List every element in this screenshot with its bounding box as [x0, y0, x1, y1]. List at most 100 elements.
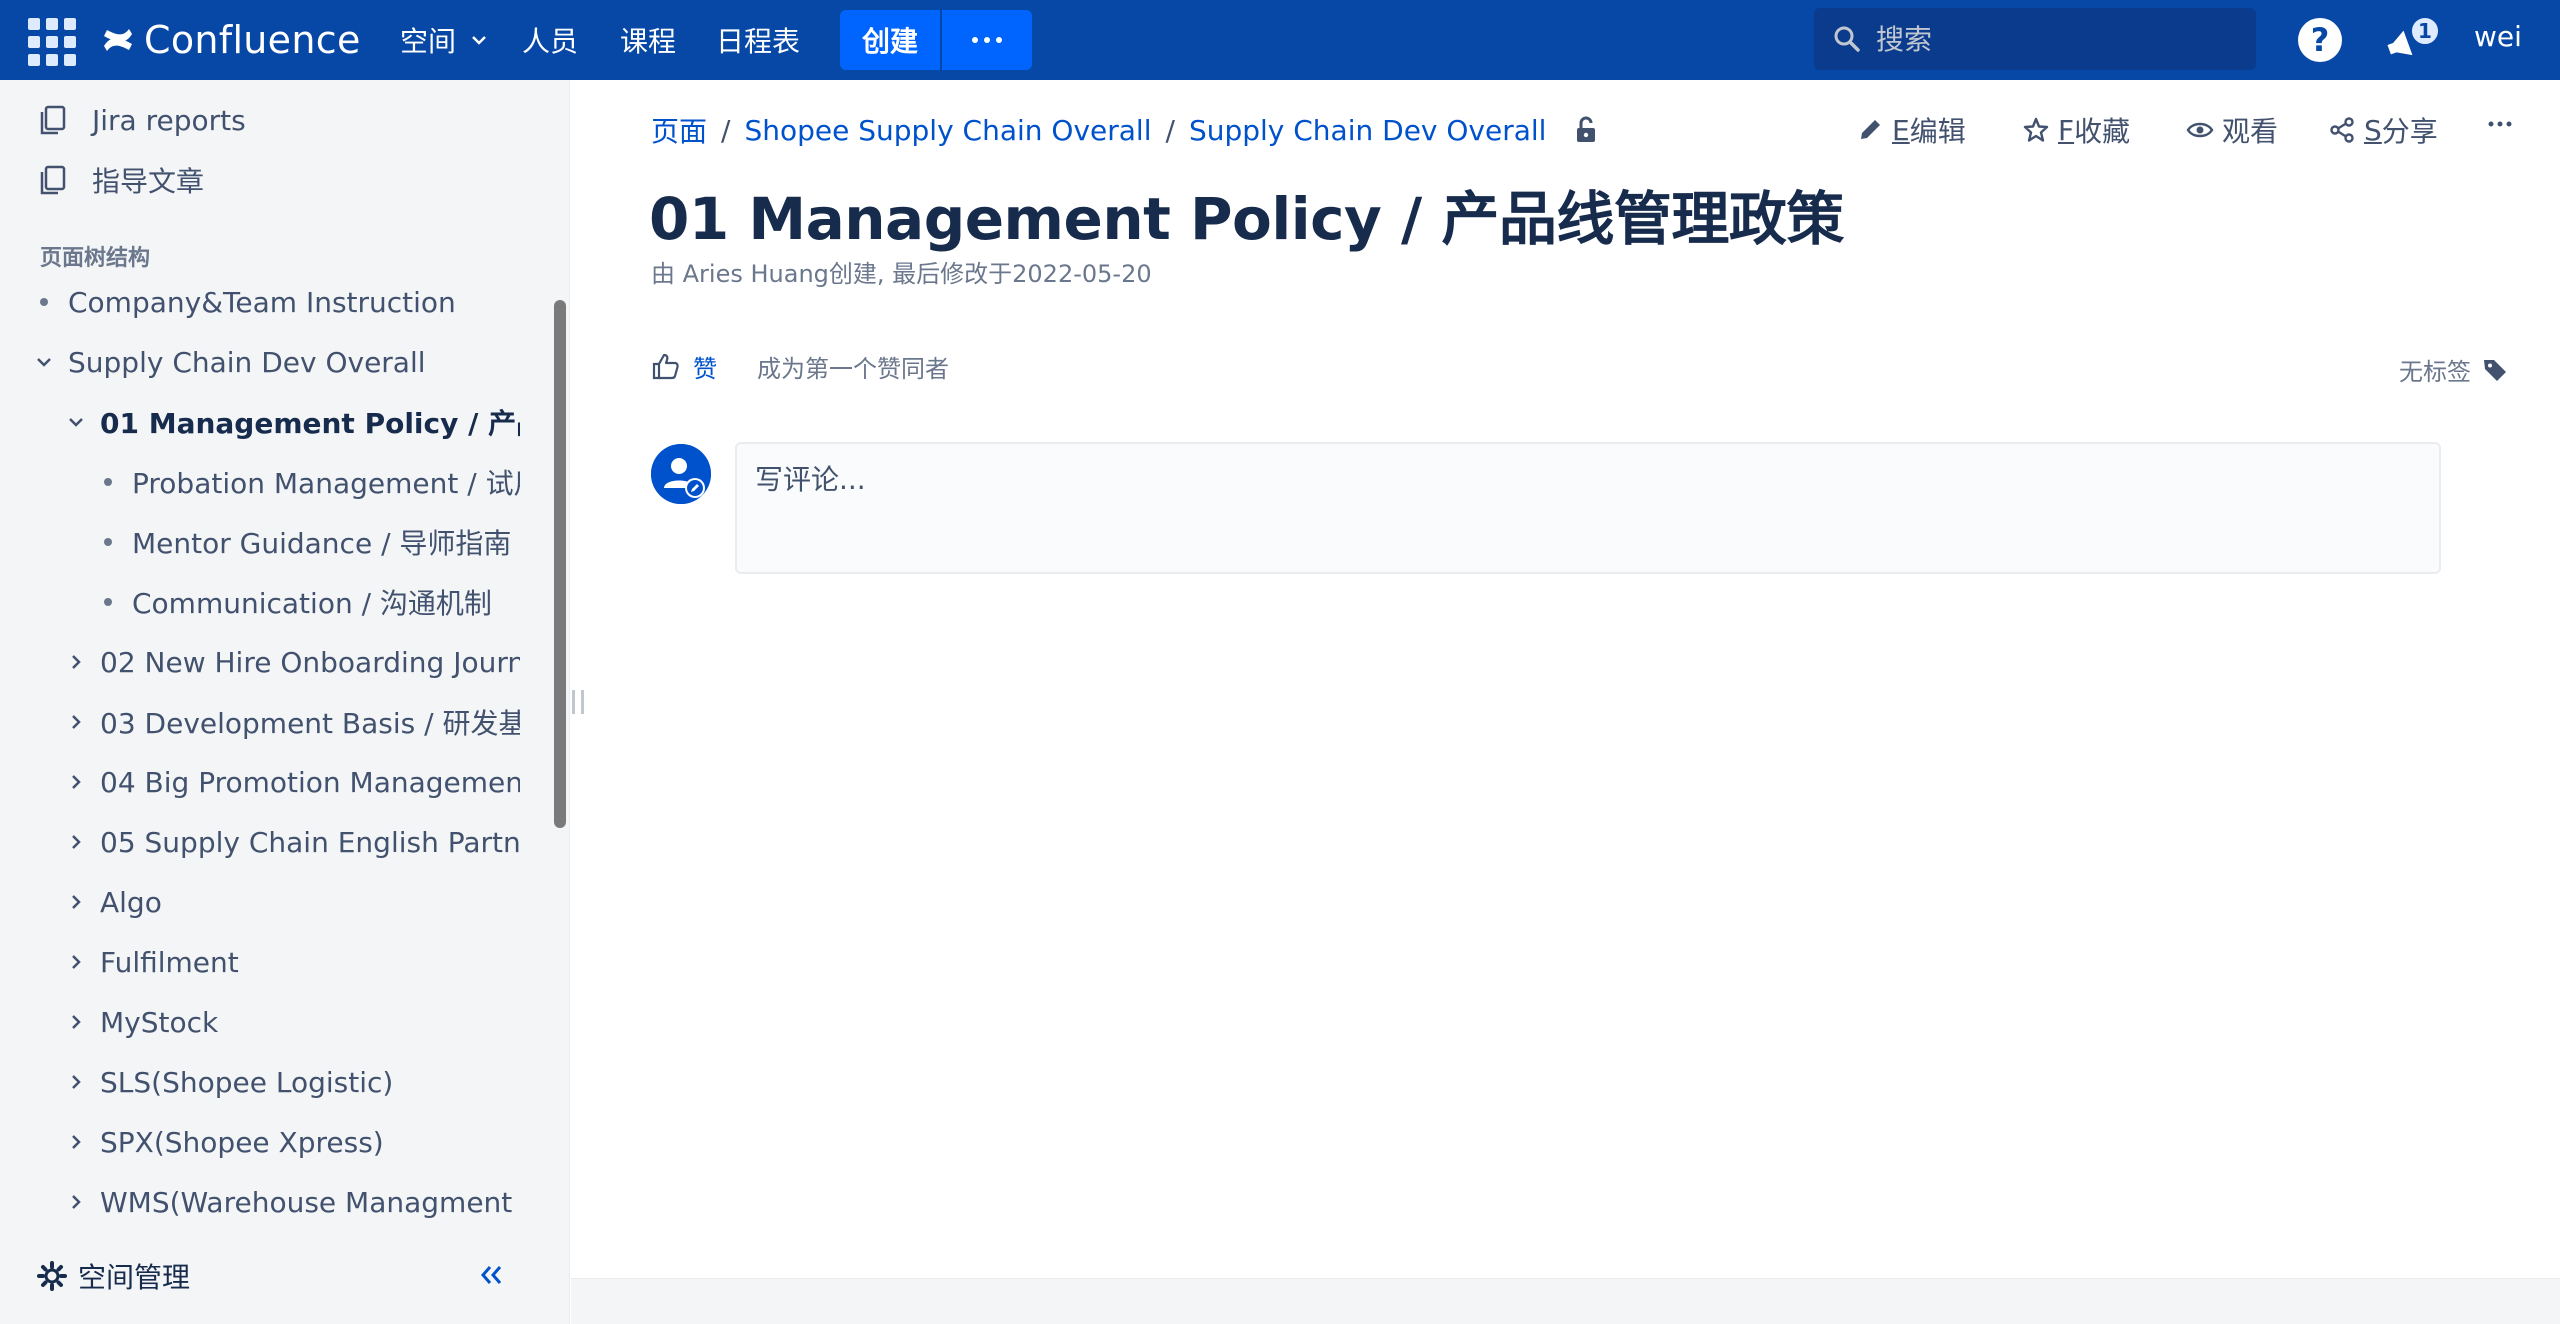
shortcut-jira-reports[interactable]: Jira reports	[36, 94, 246, 146]
tree-item-label: 05 Supply Chain English Partner	[100, 825, 520, 859]
tree-item-communication[interactable]: Communication / 沟通机制	[0, 576, 520, 628]
page-title: 01 Management Policy / 产品线管理政策	[649, 185, 1844, 253]
chevron-right-icon[interactable]	[66, 892, 86, 912]
app-switcher-icon[interactable]	[26, 16, 76, 66]
tag-icon	[2484, 359, 2506, 381]
tree-item-label: SLS(Shopee Logistic)	[100, 1065, 394, 1099]
eye-icon	[2186, 122, 2214, 138]
more-actions-button[interactable]	[2486, 110, 2522, 138]
favourite-button[interactable]: F 收藏	[2022, 110, 2130, 150]
user-menu[interactable]: wei	[2474, 20, 2560, 53]
tree-item-label: Communication / 沟通机制	[132, 587, 492, 620]
chevron-right-icon[interactable]	[66, 952, 86, 972]
user-avatar-icon	[651, 444, 711, 504]
confluence-logo[interactable]: Confluence	[100, 16, 361, 64]
notifications-button[interactable]: 1	[2382, 14, 2442, 66]
favourite-label: 收藏	[2074, 115, 2131, 148]
nav-courses[interactable]: 课程	[620, 18, 676, 62]
tree-item-big-promotion[interactable]: 04 Big Promotion Management /	[0, 756, 520, 808]
breadcrumb-pages[interactable]: 页面	[651, 110, 707, 150]
tree-item-label: WMS(Warehouse Managment Sy	[100, 1185, 520, 1219]
comment-input[interactable]: 写评论...	[735, 442, 2441, 574]
shortcut-guide-articles[interactable]: 指导文章	[36, 154, 204, 206]
tree-item-company-team-instruction[interactable]: Company&Team Instruction	[0, 276, 520, 328]
tree-item-probation-management[interactable]: Probation Management / 试用期	[0, 456, 520, 508]
space-admin-link[interactable]: 空间管理	[36, 1256, 190, 1296]
page-metadata: 由 Aries Huang创建, 最后修改于2022-05-20	[651, 260, 1152, 288]
chevron-right-icon[interactable]	[66, 772, 86, 792]
share-icon	[2330, 117, 2354, 143]
tree-item-development-basis[interactable]: 03 Development Basis / 研发基础	[0, 696, 520, 748]
search-icon	[1834, 26, 1860, 52]
unlock-icon[interactable]	[1572, 115, 1602, 145]
nav-courses-label: 课程	[620, 25, 677, 58]
like-row: 赞 成为第一个赞同者 无标签	[651, 344, 2560, 388]
top-navigation: Confluence 空间 人员 课程 日程表 创建 ? 1 wei	[0, 0, 2560, 80]
edit-shortcut-key: E	[1892, 113, 1910, 147]
shortcut-label: 指导文章	[92, 165, 205, 198]
pages-icon	[40, 105, 66, 135]
tree-item-sls[interactable]: SLS(Shopee Logistic)	[0, 1056, 520, 1108]
search-box[interactable]	[1814, 8, 2256, 70]
chevron-right-icon[interactable]	[66, 1132, 86, 1152]
tree-item-label: Probation Management / 试用期	[132, 467, 520, 500]
tree-item-new-hire-onboarding[interactable]: 02 New Hire Onboarding Journe	[0, 636, 520, 688]
tree-item-label: Mentor Guidance / 导师指南	[132, 527, 512, 560]
chevron-right-icon[interactable]	[66, 652, 86, 672]
labels-button[interactable]: 无标签	[2399, 352, 2509, 387]
logo-text: Confluence	[144, 18, 361, 62]
chevron-right-icon[interactable]	[66, 712, 86, 732]
chevron-down-icon[interactable]	[34, 352, 54, 372]
share-label: 分享	[2381, 115, 2438, 148]
tree-item-label: 03 Development Basis / 研发基础	[100, 707, 520, 740]
chevron-right-icon[interactable]	[66, 832, 86, 852]
tree-item-wms[interactable]: WMS(Warehouse Managment Sy	[0, 1176, 520, 1228]
sidebar-scrollbar[interactable]	[554, 300, 566, 828]
tree-item-label: MyStock	[100, 1005, 219, 1039]
create-more-button[interactable]	[942, 10, 1032, 70]
tree-item-label: SPX(Shopee Xpress)	[100, 1125, 384, 1159]
chevron-right-icon[interactable]	[66, 1012, 86, 1032]
nav-spaces[interactable]: 空间	[400, 18, 488, 62]
like-label: 赞	[693, 354, 717, 383]
chevron-down-icon	[472, 36, 486, 45]
chevron-down-icon[interactable]	[66, 412, 86, 432]
tree-item-algo[interactable]: Algo	[0, 876, 520, 928]
breadcrumb-shopee-supply-chain-overall[interactable]: Shopee Supply Chain Overall	[744, 114, 1151, 147]
edit-label: 编辑	[1909, 115, 1966, 148]
collapse-sidebar-icon[interactable]	[474, 1260, 510, 1290]
confluence-logo-icon	[104, 29, 132, 51]
tree-item-mentor-guidance[interactable]: Mentor Guidance / 导师指南	[0, 516, 520, 568]
nav-people[interactable]: 人员	[522, 18, 578, 62]
nav-people-label: 人员	[522, 25, 579, 58]
watch-button[interactable]: 观看	[2186, 110, 2278, 150]
create-button[interactable]: 创建	[840, 10, 940, 70]
star-icon	[2023, 117, 2049, 142]
tree-item-fulfilment[interactable]: Fulfilment	[0, 936, 520, 988]
bullet-icon	[40, 298, 48, 306]
chevron-right-icon[interactable]	[66, 1072, 86, 1092]
shortcut-label: Jira reports	[92, 103, 246, 137]
main-content: 页面 / Shopee Supply Chain Overall / Suppl…	[571, 80, 2560, 1278]
search-input[interactable]	[1876, 22, 2236, 56]
notification-count-badge: 1	[2410, 16, 2440, 46]
tree-item-spx[interactable]: SPX(Shopee Xpress)	[0, 1116, 520, 1168]
share-button[interactable]: S 分享	[2328, 110, 2438, 150]
tree-item-label: Fulfilment	[100, 945, 239, 979]
tree-item-mystock[interactable]: MyStock	[0, 996, 520, 1048]
chevron-right-icon[interactable]	[66, 1192, 86, 1212]
nav-calendars[interactable]: 日程表	[716, 18, 800, 62]
breadcrumb-supply-chain-dev-overall[interactable]: Supply Chain Dev Overall	[1189, 114, 1547, 147]
tree-item-label: Company&Team Instruction	[68, 285, 456, 319]
tree-item-management-policy[interactable]: 01 Management Policy / 产品线	[0, 396, 520, 448]
share-shortcut-key: S	[2364, 113, 2382, 147]
pages-icon	[40, 165, 66, 195]
like-button[interactable]: 赞	[651, 349, 717, 384]
help-icon[interactable]: ?	[2298, 18, 2342, 62]
tree-item-supply-chain-dev-overall[interactable]: Supply Chain Dev Overall	[0, 336, 520, 388]
tree-item-label: Algo	[100, 885, 162, 919]
labels-text: 无标签	[2399, 358, 2471, 386]
tree-item-english-partner[interactable]: 05 Supply Chain English Partner	[0, 816, 520, 868]
sidebar: Jira reports 指导文章 页面树结构 Company&Team Ins…	[0, 80, 570, 1324]
edit-button[interactable]: E 编辑	[1856, 110, 1966, 150]
